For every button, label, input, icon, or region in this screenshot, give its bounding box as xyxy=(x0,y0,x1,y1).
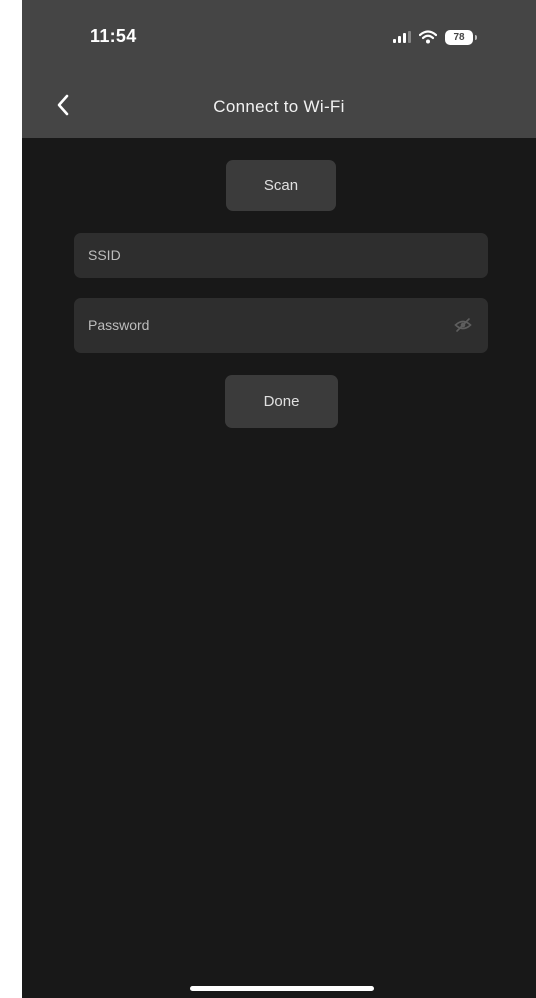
status-icons: 78 xyxy=(393,28,477,46)
battery-icon: 78 xyxy=(445,29,477,45)
home-indicator[interactable] xyxy=(190,986,374,991)
page-title: Connect to Wi-Fi xyxy=(213,97,345,116)
nav-bar: Connect to Wi-Fi xyxy=(22,80,536,130)
scan-button[interactable]: Scan xyxy=(226,160,336,211)
password-field[interactable]: Password xyxy=(74,298,488,353)
eye-slash-icon[interactable] xyxy=(454,317,472,333)
ssid-field[interactable]: SSID xyxy=(74,233,488,278)
header-bar: 11:54 78 Connect to Wi-Fi xyxy=(22,0,536,138)
done-button[interactable]: Done xyxy=(225,375,338,428)
app-screen: 11:54 78 Connect to Wi-Fi Scan SSID Pass… xyxy=(22,0,536,998)
status-time: 11:54 xyxy=(90,26,137,46)
password-placeholder: Password xyxy=(88,317,150,333)
signal-icon xyxy=(393,31,411,43)
wifi-icon xyxy=(419,30,437,44)
